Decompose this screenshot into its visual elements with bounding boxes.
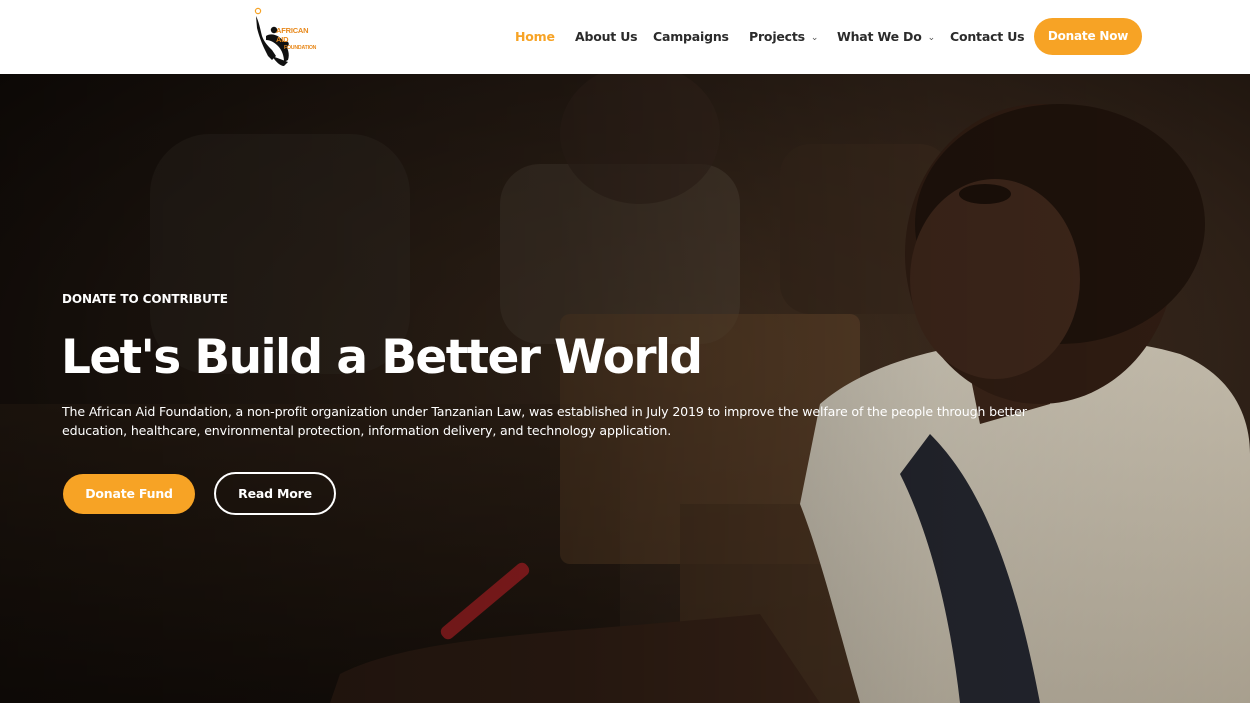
hero-eyebrow: DONATE TO CONTRIBUTE bbox=[62, 292, 228, 306]
nav-projects[interactable]: Projects ⌄ bbox=[749, 28, 818, 46]
hero-overlay bbox=[0, 74, 1250, 703]
nav-what-we-do-label: What We Do bbox=[837, 29, 922, 44]
site-header: AFRICAN AID FOUNDATION Home About Us Cam… bbox=[0, 0, 1250, 74]
logo-name-line1: AFRICAN AID bbox=[276, 26, 309, 44]
hero-description: The African Aid Foundation, a non-profit… bbox=[62, 404, 1027, 438]
chevron-down-icon: ⌄ bbox=[927, 33, 936, 43]
nav-about-us[interactable]: About Us bbox=[575, 28, 638, 46]
nav-contact-us[interactable]: Contact Us bbox=[950, 28, 1025, 46]
chevron-down-icon: ⌄ bbox=[810, 33, 819, 43]
donate-now-button[interactable]: Donate Now bbox=[1034, 18, 1142, 55]
read-more-button[interactable]: Read More bbox=[214, 472, 336, 515]
nav-projects-label: Projects bbox=[749, 29, 805, 44]
nav-what-we-do[interactable]: What We Do ⌄ bbox=[837, 28, 935, 46]
logo-name-line2: FOUNDATION bbox=[284, 45, 317, 51]
site-logo[interactable]: AFRICAN AID FOUNDATION bbox=[250, 6, 322, 68]
hero-headline: Let's Build a Better World bbox=[61, 330, 703, 385]
nav-campaigns[interactable]: Campaigns bbox=[653, 28, 729, 46]
nav-home[interactable]: Home bbox=[515, 28, 555, 46]
donate-fund-button[interactable]: Donate Fund bbox=[63, 474, 195, 514]
hero-section: DONATE TO CONTRIBUTE Let's Build a Bette… bbox=[0, 74, 1250, 703]
